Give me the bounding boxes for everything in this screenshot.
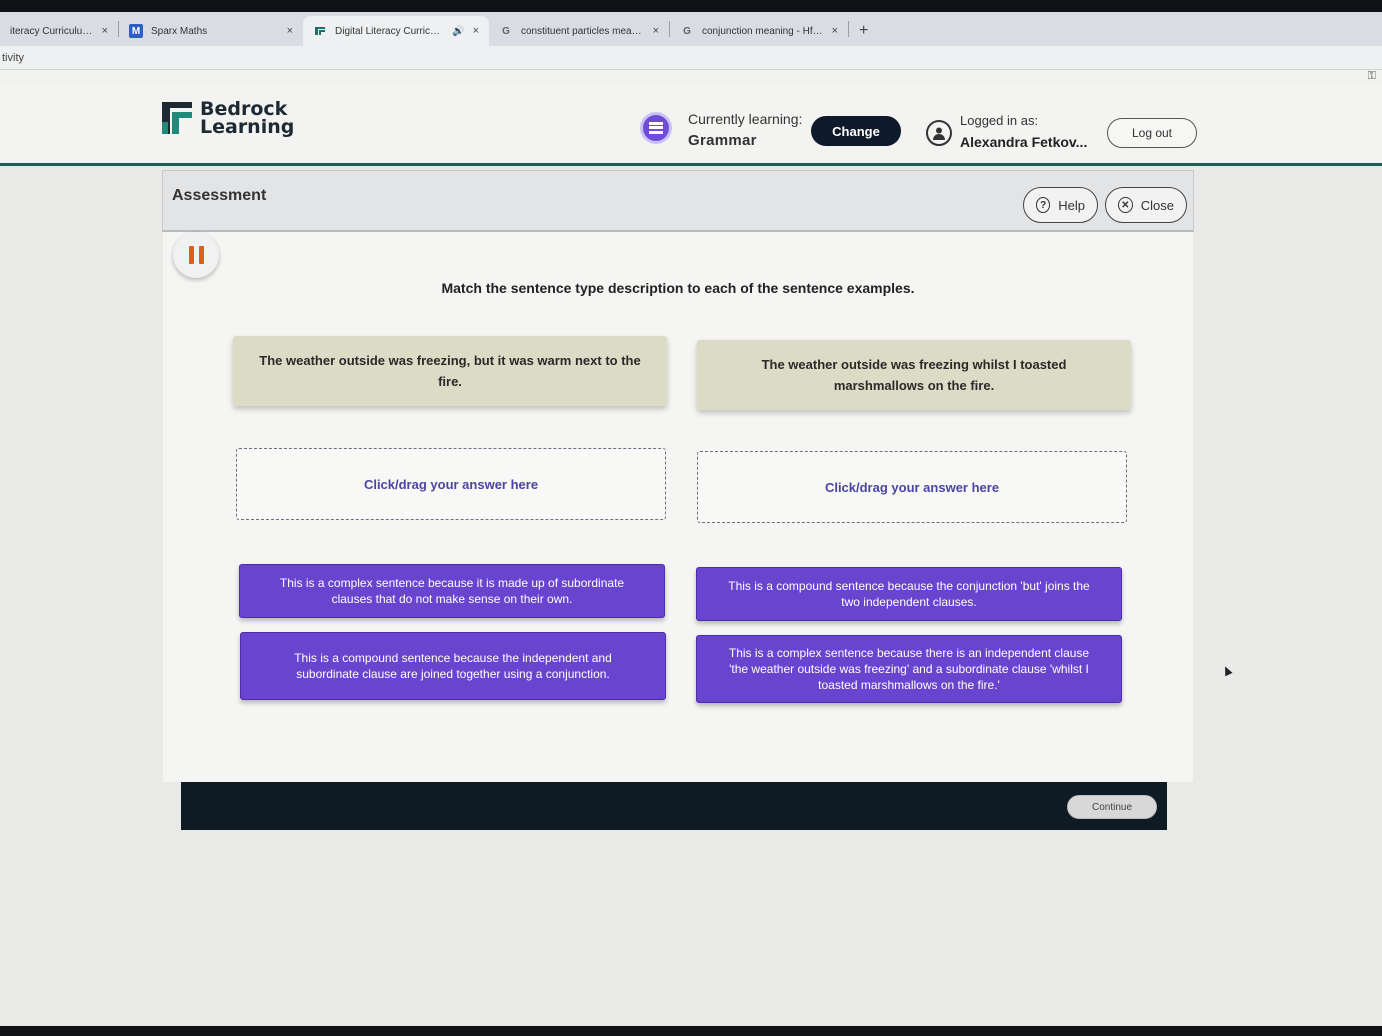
help-button[interactable]: ? Help <box>1023 187 1098 223</box>
question-mark-icon: ? <box>1036 197 1051 213</box>
audio-speaker-icon[interactable]: 🔊 <box>452 26 464 37</box>
address-text: tivity <box>2 51 24 64</box>
tab-title: Sparx Maths <box>151 25 208 37</box>
tab-close-icon[interactable]: × <box>653 25 659 37</box>
google-g-icon: G <box>502 25 510 37</box>
assessment-header-bar: Assessment ? Help ✕ Close <box>162 170 1194 232</box>
sparx-m-icon: M <box>129 24 143 38</box>
change-button[interactable]: Change <box>811 116 901 146</box>
logged-in-label: Logged in as: <box>960 113 1039 128</box>
tab-close-icon[interactable]: × <box>287 25 293 37</box>
answer-option-3[interactable]: This is a compound sentence because the … <box>240 632 666 700</box>
close-x-icon: ✕ <box>1118 197 1133 213</box>
google-g-icon: G <box>683 25 691 37</box>
logo-line-2: Learning <box>200 116 295 138</box>
question-instruction: Match the sentence type description to e… <box>441 280 915 296</box>
answer-drop-zone-2[interactable]: Click/drag your answer here <box>697 451 1127 523</box>
tab-title: conjunction meaning - Hfadal <box>702 25 824 37</box>
tab-close-icon[interactable]: × <box>473 25 479 37</box>
assessment-footer-bar: Continue <box>181 782 1167 830</box>
tab-sparx-maths[interactable]: M Sparx Maths × <box>119 16 303 46</box>
tab-title: Digital Literacy Curriculum <box>335 25 445 37</box>
pause-icon-bar <box>188 246 194 264</box>
new-tab-button[interactable]: + <box>849 16 878 46</box>
answer-option-4[interactable]: This is a complex sentence because there… <box>696 635 1122 703</box>
continue-button[interactable]: Continue <box>1067 795 1157 819</box>
bedrock-favicon <box>313 24 327 38</box>
user-name: Alexandra Fetkov... <box>960 134 1088 150</box>
tab-constituent-particles[interactable]: G constituent particles meaning × <box>489 16 669 46</box>
tab-close-icon[interactable]: × <box>832 25 838 37</box>
monitor-bezel-bottom <box>0 1026 1382 1036</box>
tab-title: constituent particles meaning <box>521 25 645 37</box>
tab-close-icon[interactable]: × <box>102 25 108 37</box>
monitor-bezel-top <box>0 0 1382 12</box>
answer-option-2[interactable]: This is a compound sentence because the … <box>696 567 1122 621</box>
bedrock-logo-mark-icon <box>160 100 194 136</box>
tab-digital-literacy[interactable]: Digital Literacy Curriculum 🔊 × <box>303 16 489 46</box>
browser-tab-bar: iteracy Curriculum | B × M Sparx Maths ×… <box>0 12 1382 46</box>
mouse-cursor-icon <box>1221 664 1233 677</box>
sentence-example-2: The weather outside was freezing whilst … <box>697 340 1131 410</box>
currently-learning-label: Currently learning: <box>688 111 803 127</box>
close-label: Close <box>1140 197 1174 213</box>
bookmark-strip <box>0 70 1382 84</box>
user-avatar-icon <box>926 120 952 146</box>
assessment-content: Match the sentence type description to e… <box>163 232 1193 782</box>
sentence-example-1: The weather outside was freezing, but it… <box>233 336 667 406</box>
address-bar[interactable]: tivity <box>0 46 1382 70</box>
password-key-icon[interactable]: ⚿ <box>1368 70 1376 83</box>
bedrock-logo[interactable]: Bedrock Learning <box>160 100 295 138</box>
answer-option-1[interactable]: This is a complex sentence because it is… <box>239 564 665 618</box>
close-button[interactable]: ✕ Close <box>1105 187 1187 223</box>
logout-button[interactable]: Log out <box>1107 118 1197 148</box>
grammar-topic-icon <box>640 112 672 144</box>
pause-button[interactable] <box>173 232 219 278</box>
site-header: Bedrock Learning Currently learning: Gra… <box>0 84 1382 166</box>
current-subject: Grammar <box>688 132 757 149</box>
tab-literacy-curriculum[interactable]: iteracy Curriculum | B × <box>0 16 118 46</box>
tab-conjunction-meaning[interactable]: G conjunction meaning - Hfadal × <box>670 16 848 46</box>
answer-drop-zone-1[interactable]: Click/drag your answer here <box>236 448 666 520</box>
help-label: Help <box>1058 197 1085 213</box>
assessment-title: Assessment <box>172 187 267 204</box>
pause-icon-bar <box>198 246 204 264</box>
logo-wordmark: Bedrock Learning <box>200 100 295 138</box>
tab-title: iteracy Curriculum | B <box>10 25 94 37</box>
